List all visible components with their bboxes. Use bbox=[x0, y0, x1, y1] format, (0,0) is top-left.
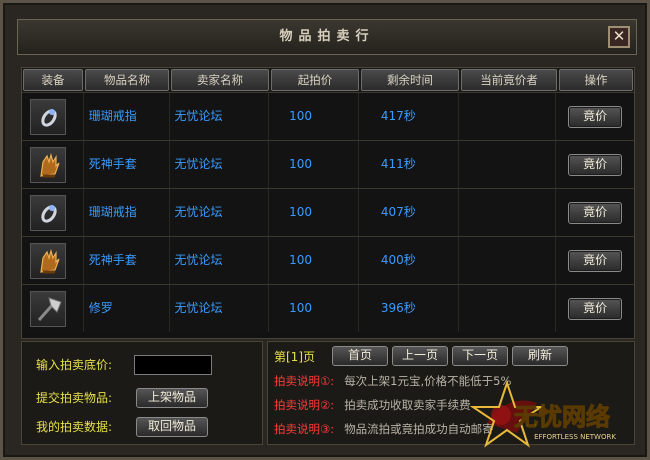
note-label: 拍卖说明②: bbox=[274, 398, 335, 412]
note-2: 拍卖说明②: 拍卖成功收取卖家手续费 bbox=[274, 397, 471, 413]
auction-window: 物品拍卖行 ✕ 装备 物品名称 卖家名称 起拍价 剩余时间 当前竟价者 操作 珊… bbox=[0, 0, 650, 460]
item-name: 死神手套 bbox=[84, 237, 170, 284]
auction-table: 装备 物品名称 卖家名称 起拍价 剩余时间 当前竟价者 操作 珊瑚戒指 无忧论坛… bbox=[21, 67, 635, 339]
item-name: 修罗 bbox=[84, 285, 170, 332]
price-label: 输入拍卖底价: bbox=[36, 358, 113, 372]
action-cell: 竟价 bbox=[556, 285, 634, 332]
time-left: 396秒 bbox=[359, 285, 459, 332]
price-input[interactable] bbox=[134, 355, 212, 375]
current-bidder bbox=[459, 285, 557, 332]
start-price: 100 bbox=[269, 141, 359, 188]
window-title: 物品拍卖行 bbox=[279, 29, 375, 44]
note-text: 拍卖成功收取卖家手续费 bbox=[344, 398, 471, 412]
my-data-label: 我的拍卖数据: bbox=[36, 420, 113, 434]
ring-icon[interactable] bbox=[30, 99, 66, 135]
header-time-left[interactable]: 剩余时间 bbox=[361, 69, 459, 91]
header-item-name[interactable]: 物品名称 bbox=[85, 69, 169, 91]
item-icon-cell bbox=[22, 189, 84, 236]
page-indicator: 第[1]页 bbox=[274, 350, 315, 364]
gauntlet-icon[interactable] bbox=[30, 147, 66, 183]
bid-button[interactable]: 竟价 bbox=[568, 106, 623, 128]
time-left: 407秒 bbox=[359, 189, 459, 236]
item-icon-cell bbox=[22, 93, 84, 140]
seller-name: 无忧论坛 bbox=[170, 93, 270, 140]
note-1: 拍卖说明①: 每次上架1元宝,价格不能低于5% bbox=[274, 373, 511, 389]
seller-name: 无忧论坛 bbox=[170, 189, 270, 236]
item-name: 珊瑚戒指 bbox=[84, 189, 170, 236]
time-left: 411秒 bbox=[359, 141, 459, 188]
time-left: 417秒 bbox=[359, 93, 459, 140]
list-item-button[interactable]: 上架物品 bbox=[136, 388, 208, 408]
close-button[interactable]: ✕ bbox=[608, 26, 630, 48]
action-cell: 竟价 bbox=[556, 237, 634, 284]
note-label: 拍卖说明③: bbox=[274, 422, 335, 436]
seller-name: 无忧论坛 bbox=[170, 141, 270, 188]
bid-button[interactable]: 竟价 bbox=[568, 154, 623, 176]
table-row[interactable]: 珊瑚戒指 无忧论坛 100 417秒 竟价 bbox=[22, 92, 634, 140]
note-text: 每次上架1元宝,价格不能低于5% bbox=[344, 374, 512, 388]
note-3: 拍卖说明③: 物品流拍或竟拍成功自动邮寄 bbox=[274, 421, 494, 437]
header-action[interactable]: 操作 bbox=[559, 69, 633, 91]
start-price: 100 bbox=[269, 93, 359, 140]
header-seller[interactable]: 卖家名称 bbox=[171, 69, 269, 91]
current-bidder bbox=[459, 141, 557, 188]
current-bidder bbox=[459, 93, 557, 140]
time-left: 400秒 bbox=[359, 237, 459, 284]
bid-button[interactable]: 竟价 bbox=[568, 202, 623, 224]
header-equipment[interactable]: 装备 bbox=[23, 69, 83, 91]
retrieve-item-button[interactable]: 取回物品 bbox=[136, 417, 208, 437]
table-header: 装备 物品名称 卖家名称 起拍价 剩余时间 当前竟价者 操作 bbox=[22, 68, 634, 92]
note-text: 物品流拍或竟拍成功自动邮寄 bbox=[344, 422, 494, 436]
ring-icon[interactable] bbox=[30, 195, 66, 231]
start-price: 100 bbox=[269, 189, 359, 236]
seller-name: 无忧论坛 bbox=[170, 285, 270, 332]
refresh-button[interactable]: 刷新 bbox=[512, 346, 568, 366]
sell-panel: 输入拍卖底价: 提交拍卖物品: 上架物品 我的拍卖数据: 取回物品 bbox=[21, 341, 263, 445]
gauntlet-icon[interactable] bbox=[30, 243, 66, 279]
start-price: 100 bbox=[269, 237, 359, 284]
item-icon-cell bbox=[22, 141, 84, 188]
submit-label: 提交拍卖物品: bbox=[36, 391, 113, 405]
table-row[interactable]: 修罗 无忧论坛 100 396秒 竟价 bbox=[22, 284, 634, 332]
action-cell: 竟价 bbox=[556, 141, 634, 188]
current-bidder bbox=[459, 189, 557, 236]
first-page-button[interactable]: 首页 bbox=[332, 346, 388, 366]
item-icon-cell bbox=[22, 285, 84, 332]
header-current-bidder[interactable]: 当前竟价者 bbox=[461, 69, 557, 91]
next-page-button[interactable]: 下一页 bbox=[452, 346, 508, 366]
bid-button[interactable]: 竟价 bbox=[568, 298, 623, 320]
bid-button[interactable]: 竟价 bbox=[568, 250, 623, 272]
prev-page-button[interactable]: 上一页 bbox=[392, 346, 448, 366]
header-start-price[interactable]: 起拍价 bbox=[271, 69, 359, 91]
info-panel: 第[1]页 首页 上一页 下一页 刷新 拍卖说明①: 每次上架1元宝,价格不能低于… bbox=[267, 341, 635, 445]
title-bar: 物品拍卖行 ✕ bbox=[17, 19, 637, 55]
seller-name: 无忧论坛 bbox=[170, 237, 270, 284]
current-bidder bbox=[459, 237, 557, 284]
start-price: 100 bbox=[269, 285, 359, 332]
item-name: 珊瑚戒指 bbox=[84, 93, 170, 140]
axe-icon[interactable] bbox=[30, 291, 66, 327]
action-cell: 竟价 bbox=[556, 93, 634, 140]
item-icon-cell bbox=[22, 237, 84, 284]
action-cell: 竟价 bbox=[556, 189, 634, 236]
item-name: 死神手套 bbox=[84, 141, 170, 188]
note-label: 拍卖说明①: bbox=[274, 374, 335, 388]
table-row[interactable]: 珊瑚戒指 无忧论坛 100 407秒 竟价 bbox=[22, 188, 634, 236]
table-row[interactable]: 死神手套 无忧论坛 100 400秒 竟价 bbox=[22, 236, 634, 284]
table-row[interactable]: 死神手套 无忧论坛 100 411秒 竟价 bbox=[22, 140, 634, 188]
